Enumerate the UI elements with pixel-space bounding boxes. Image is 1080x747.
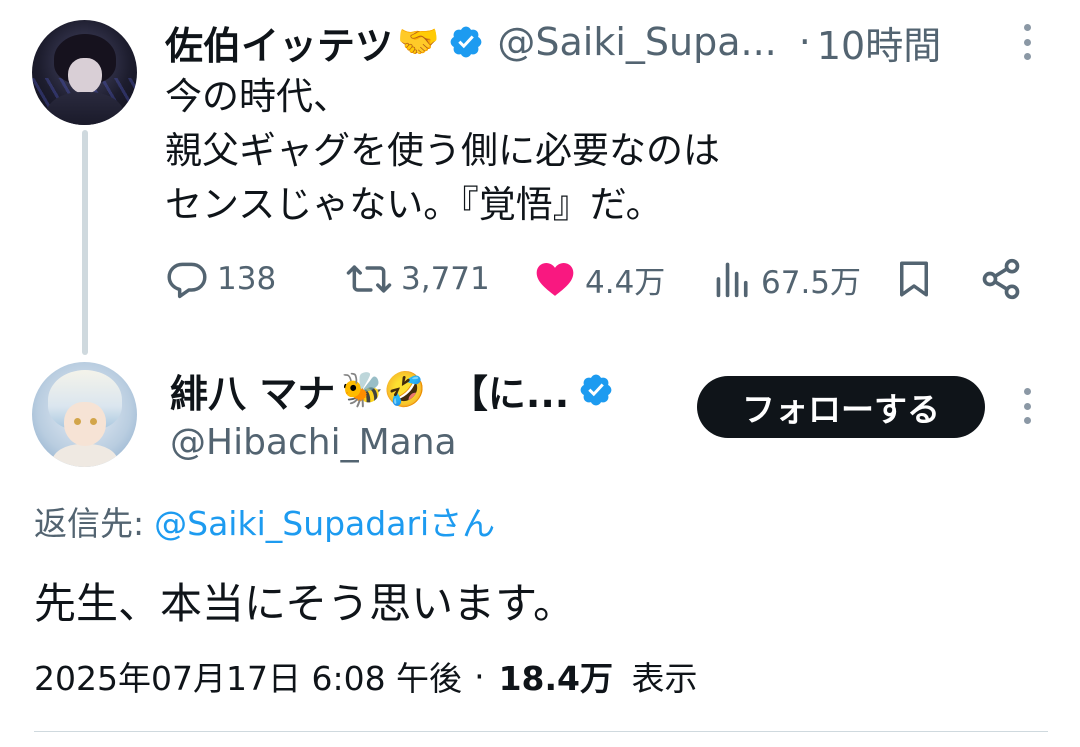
parent-more-options-icon[interactable]	[1022, 24, 1032, 60]
views-button[interactable]: 67.5万	[713, 248, 861, 310]
reply-timestamp[interactable]: 2025年07月17日 6:08 午後	[34, 652, 462, 700]
reply-to-mention-link[interactable]: @Saiki_Supadariさん	[154, 497, 495, 545]
view-count: 67.5万	[761, 264, 862, 301]
reply-views-label: 表示	[631, 659, 698, 698]
reply-button[interactable]: 138	[165, 248, 276, 310]
bee-rofl-emojis: 🐝🤣	[341, 370, 426, 410]
parent-tweet-header: 佐伯イッテツ 🤝 @Saiki_Supa... · 10時間	[165, 14, 1040, 70]
parent-tweet-actions: 138 3,771 4.4万 67.5万	[165, 248, 1025, 310]
tweet-text-line: センスじゃない。『覚悟』だ。	[165, 183, 663, 226]
reply-more-options-icon[interactable]	[1022, 388, 1032, 424]
verified-badge-icon	[577, 371, 615, 409]
reply-icon	[167, 262, 207, 299]
reply-to-label: 返信先:	[34, 504, 145, 543]
parent-author-avatar[interactable]	[32, 20, 137, 125]
separator-dot: ·	[798, 20, 811, 64]
bookmark-icon	[900, 261, 928, 297]
reply-views-count: 18.4万	[498, 659, 613, 698]
parent-author-name[interactable]: 佐伯イッテツ	[165, 15, 393, 70]
reply-count: 138	[217, 261, 277, 297]
share-button[interactable]	[979, 248, 1023, 310]
tweet-thread-view: 佐伯イッテツ 🤝 @Saiki_Supa... · 10時間 今の時代、 親父ギ…	[0, 0, 1080, 747]
parent-author-handle[interactable]: @Saiki_Supa...	[497, 20, 776, 64]
reply-tweet-text: 先生、本当にそう思います。	[34, 578, 575, 628]
tweet-text-line: 今の時代、	[165, 75, 350, 118]
retweet-count: 3,771	[401, 261, 490, 297]
thread-connector-line	[82, 130, 88, 355]
tweet-text-line: 親父ギャグを使う側に必要なのは	[165, 129, 720, 172]
retweet-button[interactable]: 3,771	[345, 248, 490, 310]
heart-filled-icon	[536, 263, 574, 296]
bookmark-button[interactable]	[893, 248, 935, 310]
retweet-icon	[346, 265, 392, 293]
reply-author-name[interactable]: 緋八 マナ	[170, 363, 335, 418]
like-count: 4.4万	[585, 264, 666, 301]
parent-tweet-time[interactable]: 10時間	[817, 15, 941, 70]
verified-badge-icon	[447, 23, 485, 61]
like-button[interactable]: 4.4万	[533, 248, 665, 310]
analytics-bars-icon	[716, 262, 748, 298]
reply-author-avatar[interactable]	[32, 362, 137, 467]
divider	[34, 731, 1048, 732]
separator-dot: ·	[474, 656, 485, 696]
reply-tweet-meta: 2025年07月17日 6:08 午後 · 18.4万 表示	[34, 648, 697, 704]
follow-button[interactable]: フォローする	[697, 376, 985, 438]
handshake-emoji: 🤝	[397, 22, 440, 62]
reply-author-handle[interactable]: @Hibachi_Mana	[170, 416, 457, 468]
reply-to-context: 返信先: @Saiki_Supadariさん	[34, 494, 495, 548]
reply-views: 18.4万 表示	[499, 652, 698, 700]
reply-author-name-suffix[interactable]: 【に...	[450, 363, 569, 418]
reply-author-name-row: 緋八 マナ 🐝🤣 【に...	[170, 362, 615, 418]
share-icon	[982, 258, 1020, 300]
parent-tweet-text: 今の時代、 親父ギャグを使う側に必要なのは センスじゃない。『覚悟』だ。	[165, 70, 1015, 232]
